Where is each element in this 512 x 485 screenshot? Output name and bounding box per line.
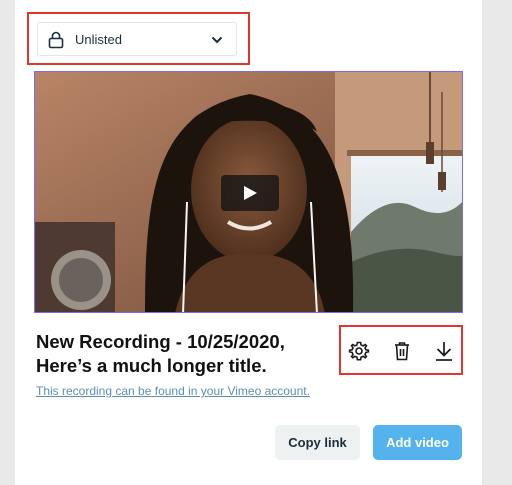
- privacy-dropdown-value: Unlisted: [75, 32, 122, 47]
- add-video-button[interactable]: Add video: [373, 425, 462, 460]
- download-icon: [436, 342, 452, 361]
- gear-icon: [348, 341, 370, 361]
- vimeo-account-link[interactable]: This recording can be found in your Vime…: [36, 384, 310, 398]
- trash-icon: [395, 342, 409, 361]
- play-icon: [244, 186, 257, 200]
- recording-title: New Recording - 10/25/2020, Here’s a muc…: [36, 330, 326, 378]
- download-button[interactable]: [433, 340, 455, 362]
- recording-title-line2: Here’s a much longer title.: [36, 355, 267, 376]
- delete-button[interactable]: [391, 340, 413, 362]
- video-player[interactable]: [34, 71, 463, 313]
- lock-icon: [48, 31, 64, 49]
- settings-button[interactable]: [348, 340, 370, 362]
- chevron-down-icon: [211, 36, 223, 44]
- play-button[interactable]: [221, 175, 279, 211]
- privacy-dropdown[interactable]: Unlisted: [37, 22, 237, 56]
- copy-link-button[interactable]: Copy link: [275, 425, 360, 460]
- recording-title-line1: New Recording - 10/25/2020,: [36, 331, 285, 352]
